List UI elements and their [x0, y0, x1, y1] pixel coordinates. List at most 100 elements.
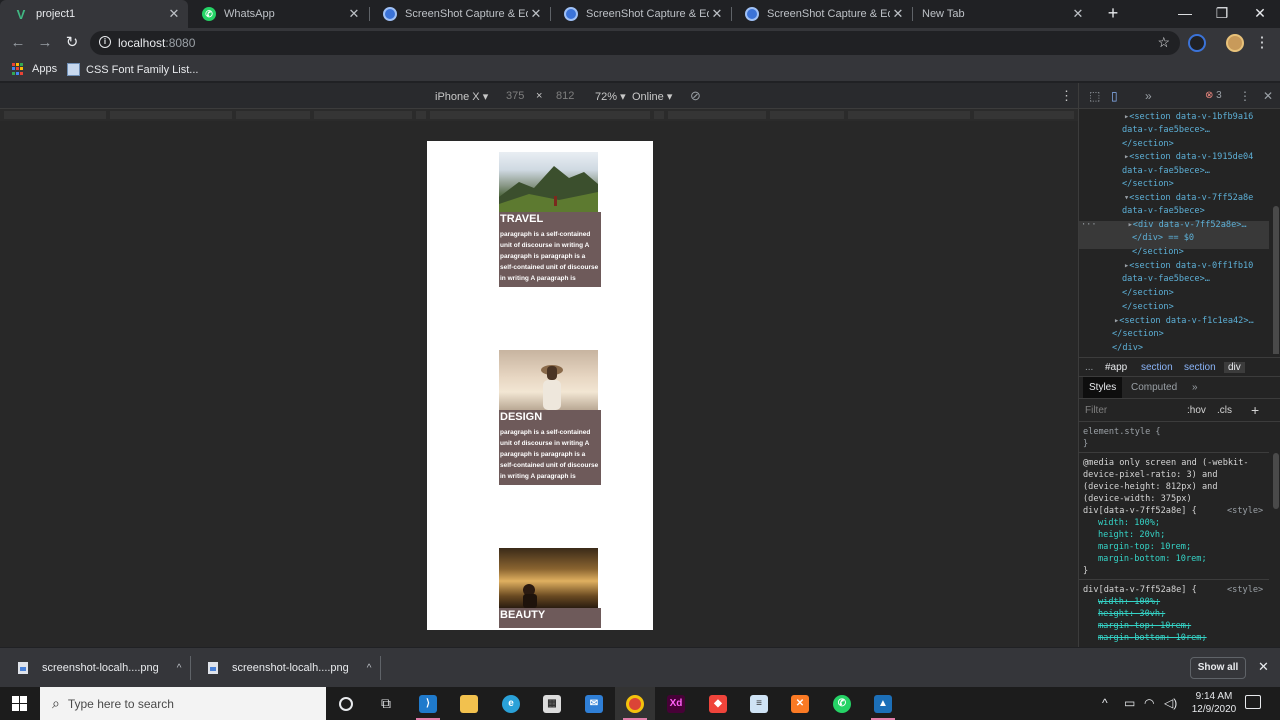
style-line[interactable]: margin-top: 10rem;	[1098, 541, 1191, 553]
new-tab-button[interactable]: +	[1103, 3, 1123, 23]
show-all-button[interactable]: Show all	[1190, 657, 1246, 679]
download-item[interactable]: screenshot-localh....png ^	[190, 648, 380, 688]
tray-overflow-icon[interactable]: ^	[1102, 696, 1108, 710]
reload-button[interactable]: ↻	[62, 33, 82, 53]
close-tab-icon[interactable]: ✕	[890, 6, 906, 22]
close-tab-icon[interactable]: ✕	[709, 6, 725, 22]
breadcrumb-item[interactable]: div	[1224, 362, 1245, 373]
dom-line[interactable]: ▸<section data-v-1bfb9a16	[1124, 111, 1253, 125]
action-center-icon[interactable]	[1245, 695, 1261, 709]
anydesk-icon[interactable]: ◆	[698, 687, 738, 720]
bookmark-star-icon[interactable]: ☆	[1157, 34, 1170, 51]
inspect-element-icon[interactable]: ⬚	[1089, 89, 1100, 103]
more-subtabs-icon[interactable]: »	[1192, 382, 1198, 393]
download-item[interactable]: screenshot-localh....png ^	[0, 648, 190, 688]
photos-icon[interactable]: ▲	[863, 687, 903, 720]
network-throttle-select[interactable]: Online ▾	[632, 90, 672, 103]
chevron-up-icon[interactable]: ^	[367, 663, 372, 674]
tab-screenshot-1[interactable]: ScreenShot Capture & Editor ✕	[369, 0, 550, 28]
dom-scrollbar[interactable]	[1273, 206, 1279, 354]
tab-screenshot-3[interactable]: ScreenShot Capture & Editor ✕	[731, 0, 912, 28]
dom-line[interactable]: ▸<section data-v-f1c1ea42>…	[1114, 315, 1254, 329]
breadcrumb-item[interactable]: section	[1141, 362, 1173, 373]
tab-project1[interactable]: V project1 ✕	[0, 0, 188, 28]
wifi-icon[interactable]: ◠	[1144, 696, 1154, 710]
cortana-icon[interactable]	[326, 687, 366, 720]
style-line[interactable]: height: 30vh;	[1098, 608, 1165, 620]
taskbar-clock[interactable]: 9:14 AM 12/9/2020	[1186, 690, 1242, 716]
dom-tree[interactable]: ▸<section data-v-1bfb9a16 data-v-fae5bec…	[1079, 110, 1280, 354]
close-tab-icon[interactable]: ✕	[346, 6, 362, 22]
breadcrumb-item[interactable]: section	[1184, 362, 1216, 373]
close-tab-icon[interactable]: ✕	[528, 6, 544, 22]
bookmark-css-font-family[interactable]: CSS Font Family List...	[67, 63, 198, 76]
store-icon[interactable]: ▦	[532, 687, 572, 720]
breadcrumb-item[interactable]: ...	[1085, 362, 1093, 373]
file-explorer-icon[interactable]	[449, 687, 489, 720]
chrome-icon[interactable]	[615, 687, 655, 720]
rotate-icon[interactable]: ⊘	[690, 88, 701, 104]
device-toggle-icon[interactable]: ▯	[1111, 89, 1118, 103]
device-menu-kebab-icon[interactable]: ⋮	[1060, 88, 1073, 104]
tab-screenshot-2[interactable]: ScreenShot Capture & Editor ✕	[550, 0, 731, 28]
dom-line[interactable]: ▾<section data-v-7ff52a8e	[1124, 192, 1253, 206]
edge-icon[interactable]: e	[491, 687, 531, 720]
devtools-settings-kebab-icon[interactable]: ⋮	[1239, 89, 1251, 103]
screenshot-extension-icon[interactable]	[1188, 34, 1206, 52]
zoom-select[interactable]: 72% ▾	[595, 90, 626, 103]
styles-scrollbar[interactable]	[1273, 453, 1279, 509]
vscode-icon[interactable]: ⟩	[408, 687, 448, 720]
dom-line[interactable]: ▸<section data-v-1915de04	[1124, 151, 1253, 165]
tab-styles[interactable]: Styles	[1083, 377, 1123, 398]
style-line[interactable]: height: 20vh;	[1098, 529, 1165, 541]
taskbar-search[interactable]: ⌕ Type here to search	[40, 687, 326, 720]
style-line[interactable]: margin-top: 10rem;	[1098, 620, 1191, 632]
style-line[interactable]: width: 100%;	[1098, 517, 1160, 529]
style-line[interactable]: margin-bottom: 10rem;	[1098, 553, 1207, 565]
adobe-xd-icon[interactable]: Xd	[656, 687, 696, 720]
profile-avatar[interactable]	[1226, 34, 1244, 52]
back-button[interactable]: ←	[8, 33, 28, 53]
style-source-link[interactable]: <style>	[1227, 584, 1263, 596]
media-query-bar[interactable]	[0, 109, 1078, 121]
close-tab-icon[interactable]: ✕	[166, 6, 182, 22]
xampp-icon[interactable]: ✕	[780, 687, 820, 720]
hov-toggle[interactable]: :hov	[1187, 405, 1206, 416]
address-bar[interactable]: i localhost:8080 ☆	[90, 31, 1180, 55]
new-style-rule-icon[interactable]: +	[1251, 402, 1259, 418]
filter-input[interactable]: Filter	[1085, 405, 1107, 416]
menu-kebab-icon[interactable]: ⋮	[1252, 33, 1272, 53]
styles-pane[interactable]: element.style { } @media only screen and…	[1079, 423, 1280, 647]
error-badge[interactable]: ⊗ 3	[1205, 90, 1222, 101]
minimize-button[interactable]: —	[1166, 0, 1204, 28]
dom-line[interactable]: ▸<section data-v-0ff1fb10	[1124, 260, 1253, 274]
battery-icon[interactable]: ▭	[1124, 696, 1135, 710]
tab-new-tab[interactable]: New Tab ✕	[912, 0, 1092, 28]
breadcrumb-item[interactable]: #app	[1105, 362, 1127, 373]
maximize-button[interactable]: ❐	[1203, 0, 1241, 28]
task-view-icon[interactable]: ⧉	[366, 687, 406, 720]
device-width-input[interactable]: 375	[506, 90, 524, 102]
style-line[interactable]: margin-bottom: 10rem;	[1098, 632, 1207, 644]
bookmark-apps[interactable]: Apps	[12, 63, 57, 75]
close-window-button[interactable]: ✕	[1241, 0, 1279, 28]
close-devtools-icon[interactable]: ✕	[1263, 89, 1273, 103]
close-shelf-icon[interactable]: ✕	[1258, 659, 1269, 675]
style-source-link[interactable]: <style>	[1227, 505, 1263, 517]
close-tab-icon[interactable]: ✕	[1070, 6, 1086, 22]
style-line[interactable]: width: 100%;	[1098, 596, 1160, 608]
forward-button[interactable]: →	[35, 33, 55, 53]
mail-icon[interactable]: ✉	[574, 687, 614, 720]
site-info-icon[interactable]: i	[99, 36, 111, 48]
device-height-input[interactable]: 812	[556, 90, 574, 102]
more-tabs-icon[interactable]: »	[1145, 89, 1152, 103]
volume-icon[interactable]: ◁)	[1164, 696, 1177, 710]
tab-computed[interactable]: Computed	[1131, 382, 1177, 393]
notepad-icon[interactable]: ≡	[739, 687, 779, 720]
chevron-up-icon[interactable]: ^	[177, 663, 182, 674]
device-select[interactable]: iPhone X ▾	[435, 90, 488, 103]
tab-whatsapp[interactable]: ✆ WhatsApp ✕	[188, 0, 368, 28]
whatsapp-icon[interactable]: ✆	[822, 687, 862, 720]
windows-start-icon[interactable]	[12, 696, 27, 711]
cls-toggle[interactable]: .cls	[1217, 405, 1232, 416]
